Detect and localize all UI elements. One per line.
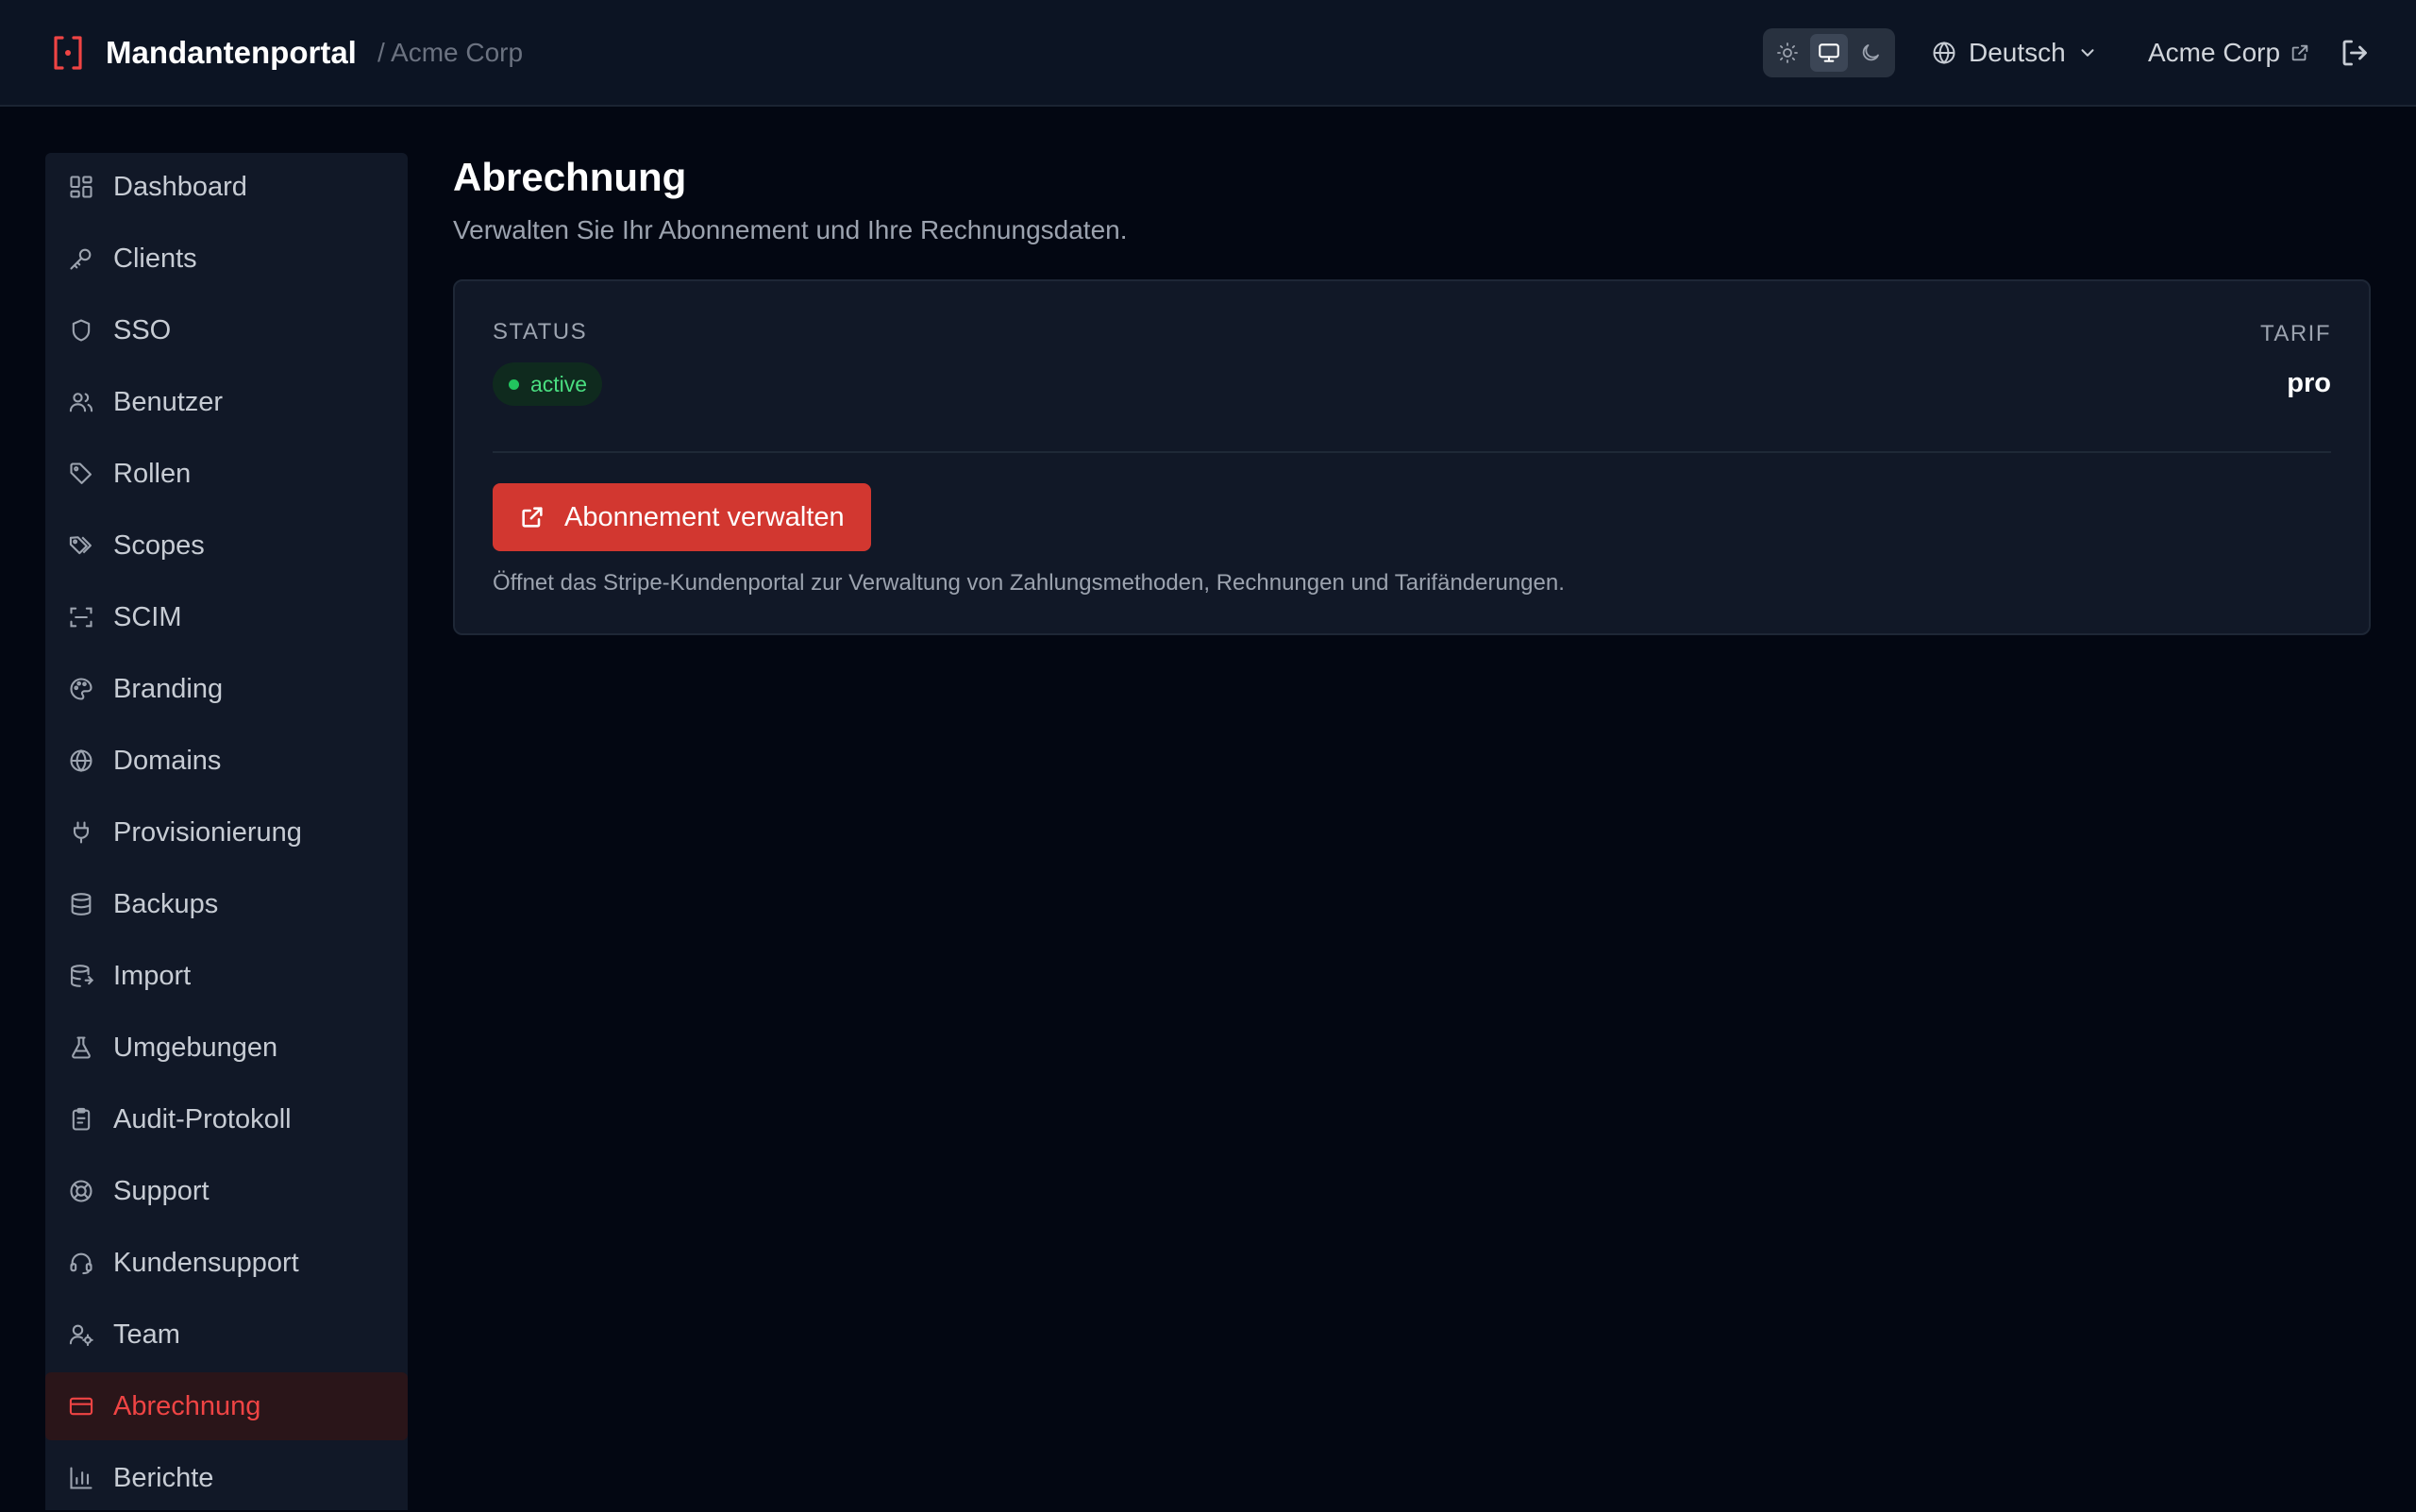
sidebar-item-label: Scopes xyxy=(113,530,205,561)
database-import-icon xyxy=(71,965,94,987)
credit-card-icon xyxy=(69,1397,93,1416)
database-icon xyxy=(71,893,92,916)
shield-icon xyxy=(72,319,91,342)
sidebar-item-label: Umgebungen xyxy=(113,1033,278,1063)
chevron-down-icon xyxy=(2081,49,2094,57)
theme-dark-button[interactable] xyxy=(1852,34,1889,72)
sidebar-item-branding[interactable]: Branding xyxy=(45,655,408,723)
top-bar: Mandantenportal / Acme Corp Deutsch Acme… xyxy=(0,0,2416,107)
lifebuoy-icon xyxy=(70,1180,92,1202)
sidebar-item-label: Kundensupport xyxy=(113,1248,299,1278)
clipboard-icon xyxy=(72,1107,91,1131)
sidebar-item-label: Benutzer xyxy=(113,387,224,417)
tags-icon xyxy=(69,536,92,555)
sidebar-item-label: Import xyxy=(113,961,192,991)
tenant-link[interactable]: Acme Corp xyxy=(2148,32,2310,74)
sidebar-item-dashboard[interactable]: Dashboard xyxy=(45,153,408,221)
manage-subscription-button[interactable]: Abonnement verwalten xyxy=(493,483,871,551)
sidebar-item-support[interactable]: Support xyxy=(45,1157,408,1225)
sun-icon xyxy=(1777,42,1798,63)
language-label: Deutsch xyxy=(1969,38,2066,67)
dashboard-icon xyxy=(70,176,92,198)
sidebar-item-label: Clients xyxy=(113,244,197,274)
sidebar-item-clients[interactable]: Clients xyxy=(45,225,408,293)
user-cog-icon xyxy=(69,1324,93,1347)
globe-icon xyxy=(1933,42,1955,64)
language-select[interactable]: Deutsch xyxy=(1931,32,2098,74)
sidebar-item-provisionierung[interactable]: Provisionierung xyxy=(45,798,408,866)
theme-system-button[interactable] xyxy=(1810,34,1848,72)
sidebar-item-abrechnung[interactable]: Abrechnung xyxy=(45,1372,408,1440)
sidebar-item-domains[interactable]: Domains xyxy=(45,727,408,795)
sidebar-item-kundensupport[interactable]: Kundensupport xyxy=(45,1229,408,1297)
key-icon xyxy=(70,248,92,270)
monitor-icon xyxy=(1819,43,1839,62)
sidebar-item-label: Provisionierung xyxy=(113,817,302,848)
sidebar-item-label: Dashboard xyxy=(113,172,247,202)
sidebar-item-label: Audit-Protokoll xyxy=(113,1104,292,1134)
sidebar-item-audit-protokoll[interactable]: Audit-Protokoll xyxy=(45,1085,408,1153)
globe-icon xyxy=(70,749,92,772)
manage-subscription-label: Abonnement verwalten xyxy=(564,502,845,532)
status-badge: active xyxy=(493,362,603,406)
brand-title[interactable]: Mandantenportal xyxy=(106,34,357,72)
external-link-icon xyxy=(522,507,543,528)
bar-chart-icon xyxy=(70,1467,92,1489)
logout-icon[interactable] xyxy=(2339,36,2373,70)
sidebar-item-umgebungen[interactable]: Umgebungen xyxy=(45,1014,408,1082)
sidebar-item-label: Support xyxy=(113,1176,210,1206)
sidebar-item-label: Berichte xyxy=(113,1463,214,1493)
breadcrumb-tenant: / Acme Corp xyxy=(378,38,524,67)
brand-logo-icon xyxy=(54,36,82,70)
tenant-name: Acme Corp xyxy=(2148,38,2281,67)
tarif-label: TARIF xyxy=(2259,321,2331,346)
page-title: Abrechnung xyxy=(453,155,687,199)
sidebar-item-label: SCIM xyxy=(113,602,182,632)
sidebar-item-sso[interactable]: SSO xyxy=(45,296,408,364)
users-icon xyxy=(69,393,93,412)
page-subtitle: Verwalten Sie Ihr Abonnement und Ihre Re… xyxy=(453,215,1128,244)
sidebar-item-team[interactable]: Team xyxy=(45,1301,408,1369)
status-dot xyxy=(509,379,519,390)
sidebar-item-label: Backups xyxy=(113,889,219,919)
tarif-value: pro xyxy=(2287,368,2331,398)
external-link-icon xyxy=(2291,44,2308,61)
tag-icon xyxy=(70,462,92,484)
portal-hint: Öffnet das Stripe-Kundenportal zur Verwa… xyxy=(493,570,1565,596)
flask-icon xyxy=(72,1036,91,1059)
plug-icon xyxy=(73,821,90,844)
sidebar-item-label: Team xyxy=(113,1319,180,1350)
status-label: STATUS xyxy=(493,319,588,344)
sidebar-item-label: Domains xyxy=(113,746,222,776)
sidebar-item-label: Branding xyxy=(113,674,224,704)
theme-switch xyxy=(1763,28,1895,77)
sidebar-item-scopes[interactable]: Scopes xyxy=(45,512,408,580)
sidebar-item-label: Rollen xyxy=(113,459,192,489)
sidebar-item-label: Abrechnung xyxy=(113,1391,261,1421)
sidebar-item-scim[interactable]: SCIM xyxy=(45,583,408,651)
sidebar-item-import[interactable]: Import xyxy=(45,942,408,1010)
scan-icon xyxy=(70,607,92,628)
sidebar-item-backups[interactable]: Backups xyxy=(45,870,408,938)
sidebar-item-berichte[interactable]: Berichte xyxy=(45,1444,408,1512)
sidebar-item-rollen[interactable]: Rollen xyxy=(45,440,408,508)
moon-icon xyxy=(1862,44,1879,61)
sidebar-item-benutzer[interactable]: Benutzer xyxy=(45,368,408,436)
status-value: active xyxy=(530,372,588,396)
headset-icon xyxy=(70,1252,92,1275)
theme-light-button[interactable] xyxy=(1769,34,1806,72)
palette-icon xyxy=(70,678,92,700)
billing-card: STATUS active TARIF pro Abonnement verwa… xyxy=(453,279,2371,635)
divider xyxy=(493,451,2331,453)
sidebar-item-label: SSO xyxy=(113,315,172,345)
sidebar: Dashboard Clients SSO Benutzer Rollen Sc… xyxy=(45,153,408,1510)
